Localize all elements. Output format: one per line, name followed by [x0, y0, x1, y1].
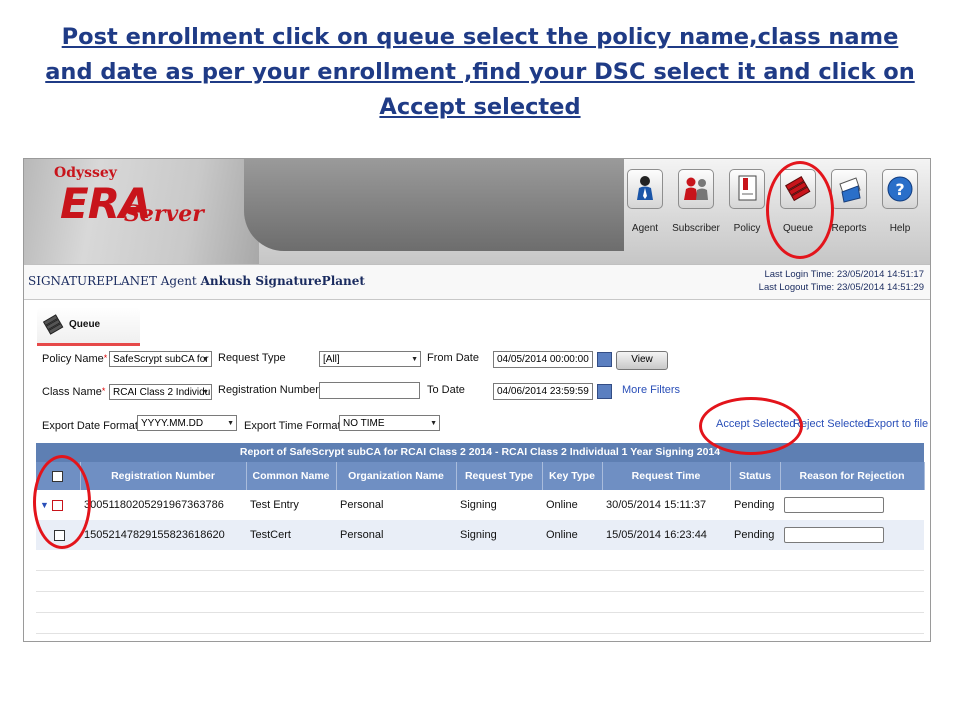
- col-organization-name: Organization Name: [336, 462, 457, 490]
- more-filters-link[interactable]: More Filters: [622, 384, 680, 396]
- agent-icon: [627, 169, 663, 209]
- empty-row: [36, 592, 924, 613]
- col-request-time: Request Time: [602, 462, 731, 490]
- rejection-reason-input[interactable]: [784, 497, 884, 513]
- help-icon: ?: [882, 169, 918, 209]
- policy-name-label: Policy Name*: [42, 353, 108, 365]
- reject-selected-link[interactable]: Reject Selected: [793, 418, 870, 430]
- tab-queue[interactable]: Queue: [37, 307, 140, 346]
- agent-user-label: SIGNATUREPLANET Agent Ankush SignaturePl…: [28, 274, 365, 288]
- annotation-ring-checkbox: [33, 455, 91, 549]
- class-name-label: Class Name*: [42, 386, 106, 398]
- empty-row: [36, 550, 924, 571]
- from-date-label: From Date: [427, 352, 479, 364]
- to-calendar-icon[interactable]: [597, 384, 612, 399]
- table-row[interactable]: 15052147829155823618620 TestCert Persona…: [36, 520, 924, 550]
- app-screenshot: Odyssey ERA Server Agent Subscriber Poli…: [23, 158, 931, 642]
- policy-icon: [729, 169, 765, 209]
- to-date-label: To Date: [427, 384, 465, 396]
- nav-subscriber[interactable]: Subscriber: [671, 169, 721, 234]
- export-date-format-select[interactable]: YYYY.MM.DD: [137, 415, 237, 431]
- annotation-ring-accept: [699, 397, 803, 455]
- col-common-name: Common Name: [246, 462, 337, 490]
- session-times: Last Login Time: 23/05/2014 14:51:17 Las…: [758, 269, 924, 293]
- svg-text:?: ?: [895, 180, 904, 199]
- table-header-row: Registration Number Common Name Organiza…: [36, 462, 925, 490]
- table-row[interactable]: ▼ 30051180205291967363786 Test Entry Per…: [36, 490, 924, 520]
- to-date-input[interactable]: 04/06/2014 23:59:59: [493, 383, 593, 400]
- reports-icon: [831, 169, 867, 209]
- report-title: Report of SafeScrypt subCA for RCAI Clas…: [36, 443, 924, 462]
- registration-number-label: Registration Number: [218, 384, 319, 396]
- export-date-format-label: Export Date Format*: [42, 420, 142, 432]
- instruction-line-1: Post enrollment click on queue select th…: [61, 24, 899, 50]
- col-registration-number: Registration Number: [80, 462, 247, 490]
- subscriber-icon: [678, 169, 714, 209]
- export-to-file-link[interactable]: Export to file: [867, 418, 928, 430]
- col-status: Status: [730, 462, 781, 490]
- from-calendar-icon[interactable]: [597, 352, 612, 367]
- user-info-bar: SIGNATUREPLANET Agent Ankush SignaturePl…: [24, 264, 930, 300]
- registration-number-input[interactable]: [319, 382, 420, 399]
- request-type-select[interactable]: [All]: [319, 351, 421, 367]
- nav-policy[interactable]: Policy: [722, 169, 772, 234]
- queue-table: Registration Number Common Name Organiza…: [36, 462, 925, 550]
- queue-tab-icon: [43, 314, 64, 335]
- export-time-format-label: Export Time Format*: [244, 420, 344, 432]
- empty-row: [36, 571, 924, 592]
- col-reason-for-rejection: Reason for Rejection: [780, 462, 925, 490]
- policy-name-select[interactable]: SafeScrypt subCA for: [109, 351, 212, 367]
- nav-help[interactable]: ? Help: [875, 169, 925, 234]
- from-date-input[interactable]: 04/05/2014 00:00:00: [493, 351, 593, 368]
- instruction-line-2: and date as per your enrollment ,find yo…: [45, 59, 915, 85]
- annotation-ring-queue: [766, 161, 834, 259]
- instruction-line-3: Accept selected: [379, 94, 581, 120]
- instruction-title: Post enrollment click on queue select th…: [30, 20, 930, 125]
- class-name-select[interactable]: RCAI Class 2 Individu: [109, 384, 212, 400]
- export-time-format-select[interactable]: NO TIME: [339, 415, 440, 431]
- request-type-label: Request Type: [218, 352, 286, 364]
- rejection-reason-input[interactable]: [784, 527, 884, 543]
- nav-agent[interactable]: Agent: [620, 169, 670, 234]
- col-key-type: Key Type: [542, 462, 603, 490]
- col-request-type: Request Type: [456, 462, 543, 490]
- empty-row: [36, 613, 924, 634]
- queue-grid: Report of SafeScrypt subCA for RCAI Clas…: [36, 443, 925, 634]
- view-button[interactable]: View: [616, 351, 668, 370]
